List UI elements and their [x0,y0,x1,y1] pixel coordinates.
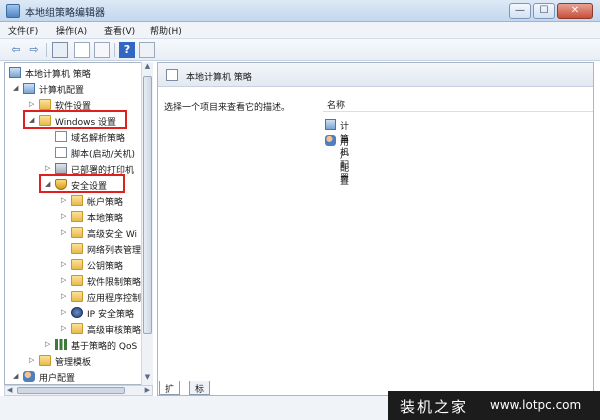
policy-doc-icon [166,69,178,81]
document-icon [55,131,67,142]
folder-icon [71,227,83,238]
menu-file[interactable]: 文件(F) [8,24,38,37]
view-icon[interactable] [139,42,155,58]
collapsed-arrow-icon[interactable]: ▷ [29,100,37,108]
tree-pane: 本地计算机 策略 ◢ 计算机配置 ▷ 软件设置 ◢ Windows 设置 域名解… [4,62,152,385]
document-icon [55,147,67,158]
tab-standard[interactable]: 标准 [189,381,211,408]
details-pane: 本地计算机 策略 选择一个项目来查看它的描述。 名称 计算机配置 用户配置 [157,62,594,396]
scroll-left-icon[interactable]: ◀ [7,386,12,394]
help-icon[interactable]: ? [119,42,135,58]
collapsed-arrow-icon[interactable]: ▷ [61,308,69,316]
watermark-brand: 装机之家 [400,398,469,416]
computer-icon [23,83,35,94]
menu-action[interactable]: 操作(A) [56,24,87,37]
minimize-button[interactable]: — [509,3,531,19]
collapsed-arrow-icon[interactable]: ▷ [61,324,69,332]
users-icon [325,135,336,146]
tab-extended[interactable]: 扩展 [159,381,181,408]
close-button[interactable]: ✕ [557,3,593,19]
collapsed-arrow-icon[interactable]: ▷ [61,260,69,268]
tree-vertical-scrollbar[interactable]: ▲ ▼ [141,62,153,385]
collapsed-arrow-icon[interactable]: ▷ [61,228,69,236]
menu-bar: 文件(F) 操作(A) 查看(V) 帮助(H) [0,22,600,39]
folder-icon [71,275,83,286]
toolbar-separator [114,43,115,57]
properties-icon[interactable] [74,42,90,58]
collapsed-arrow-icon[interactable]: ▷ [29,356,37,364]
collapsed-arrow-icon[interactable]: ▷ [61,276,69,284]
details-header: 本地计算机 策略 [158,63,593,87]
watermark-url: www.lotpc.com [490,398,582,412]
description-text: 选择一个项目来查看它的描述。 [164,103,291,113]
app-icon [6,4,20,18]
menu-view[interactable]: 查看(V) [104,24,135,37]
collapsed-arrow-icon[interactable]: ▷ [45,340,53,348]
ip-security-icon [71,307,83,318]
collapsed-arrow-icon[interactable]: ▷ [61,212,69,220]
expanded-arrow-icon[interactable]: ◢ [13,84,21,92]
window-title: 本地组策略编辑器 [25,8,105,19]
status-strip [0,396,388,420]
expanded-arrow-icon[interactable]: ◢ [13,372,21,380]
folder-icon [39,355,51,366]
forward-arrow-icon[interactable]: ⇨ [26,42,42,58]
policy-folder-icon [71,195,83,206]
maximize-button[interactable]: ☐ [533,3,555,19]
computer-icon [325,119,336,130]
scroll-up-icon[interactable]: ▲ [142,62,153,74]
computer-icon [9,67,21,78]
title-bar: 本地组策略编辑器 — ☐ ✕ [0,0,600,22]
folder-icon [71,259,83,270]
folder-icon [71,243,83,254]
highlight-windows-settings [23,110,127,129]
collapsed-arrow-icon[interactable]: ▷ [61,292,69,300]
toolbar: ⇦ ⇨ ? [0,39,600,61]
watermark: 装机之家 www.lotpc.com [388,391,600,420]
scroll-down-icon[interactable]: ▼ [142,373,153,385]
scroll-thumb[interactable] [143,76,152,334]
details-title: 本地计算机 策略 [186,73,252,83]
printer-icon [55,163,67,174]
collapsed-arrow-icon[interactable]: ▷ [61,196,69,204]
chart-bars-icon [55,339,67,350]
scroll-right-icon[interactable]: ▶ [145,386,150,394]
highlight-security-settings [39,174,125,193]
folder-icon [39,99,51,110]
collapsed-arrow-icon[interactable]: ▷ [45,164,53,172]
users-icon [23,371,35,382]
export-list-icon[interactable] [94,42,110,58]
column-header-name[interactable]: 名称 [323,96,593,112]
folder-icon [71,291,83,302]
folder-icon [71,323,83,334]
menu-help[interactable]: 帮助(H) [150,24,182,37]
tree-horizontal-scrollbar[interactable]: ◀ ▶ [4,385,153,396]
policy-folder-icon [71,211,83,222]
show-hide-tree-icon[interactable] [52,42,68,58]
toolbar-separator [46,43,47,57]
hscroll-thumb[interactable] [17,387,125,394]
back-arrow-icon[interactable]: ⇦ [8,42,24,58]
